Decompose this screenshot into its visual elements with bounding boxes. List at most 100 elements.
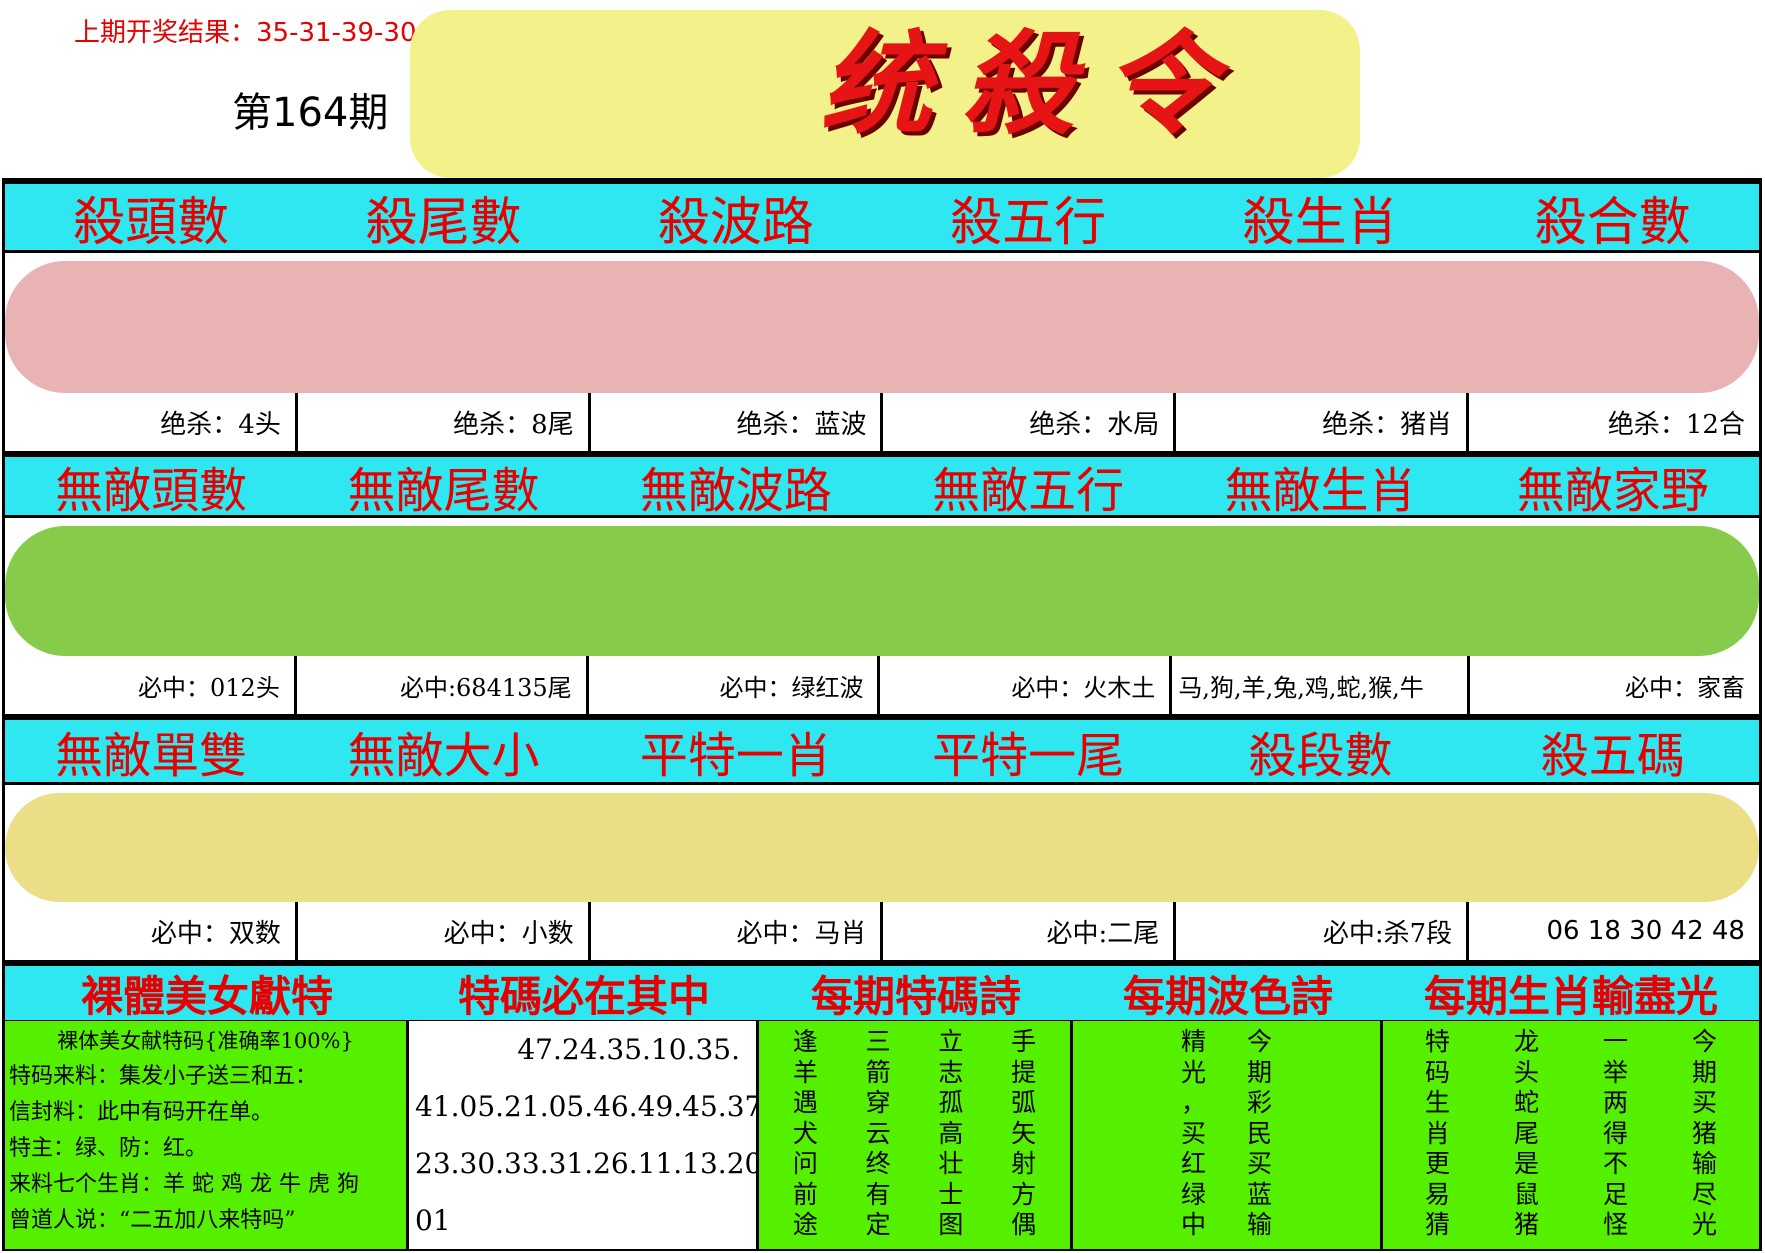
- poem-char: 蓝: [1246, 1179, 1272, 1209]
- poem-char: 生: [1424, 1088, 1450, 1117]
- poem-char: 壮: [938, 1149, 964, 1178]
- poem-char: 定: [865, 1210, 891, 1239]
- logo-char-3: 令: [1104, 19, 1216, 150]
- header-kill-segment: 殺段數: [1248, 728, 1393, 784]
- value-kill-element: 绝杀：水局: [883, 393, 1177, 451]
- poem-char: 特: [1424, 1027, 1450, 1056]
- poem-char: 一: [1602, 1027, 1628, 1056]
- issue-number: 第164期: [232, 90, 389, 136]
- row3-values: 必中：双数 必中：小数 必中：马肖 必中:二尾 必中:杀7段 06 18 30 …: [5, 902, 1759, 960]
- value-kill-head: 绝杀：4头: [5, 393, 298, 451]
- value-sure-element: 必中：火木土: [880, 656, 1173, 714]
- header-kill-head: 殺頭數: [73, 192, 230, 253]
- poem-char: 提: [1011, 1057, 1037, 1087]
- value-big-small: 必中：小数: [298, 902, 591, 960]
- row4-header: 裸體美女獻特 特碼必在其中 每期特碼詩 每期波色詩 每期生肖輸盡光: [5, 963, 1759, 1023]
- header-wave-poem: 每期波色詩: [1122, 971, 1333, 1021]
- poem-char: 猪: [1513, 1210, 1539, 1239]
- poem-char: 码: [1424, 1057, 1450, 1087]
- poem-char: 弧: [1011, 1088, 1037, 1117]
- value-kill-sum: 绝杀：12合: [1607, 409, 1745, 440]
- poem-char: 蛇: [1513, 1088, 1539, 1117]
- poem-char: 更: [1424, 1149, 1450, 1178]
- row2-band: 必中：012头 必中:684135尾 必中：绿红波 必中：火木土 马,狗,羊,兔…: [5, 518, 1759, 717]
- poem-char: 易: [1424, 1179, 1450, 1209]
- poem-char: 箭: [865, 1057, 891, 1087]
- poem-char: 足: [1602, 1179, 1628, 1209]
- poem-char: 期: [1246, 1057, 1272, 1087]
- header-kill-element: 殺五行: [950, 192, 1107, 253]
- zodiac-poem-column: 特码生肖更易猜龙头蛇尾是鼠猪一举两得不足怪今期买猪输尽光: [1383, 1021, 1759, 1249]
- value-kill-zodiac: 绝杀：猪肖: [1176, 393, 1470, 451]
- poem-char: 士: [938, 1179, 964, 1209]
- value-kill-segment: 必中:杀7段: [1176, 902, 1470, 960]
- poem-char: 矢: [1011, 1118, 1037, 1148]
- poem-char: 今: [1691, 1027, 1717, 1056]
- special-poem-column: 逢羊遇犬问前途 三箭穿云终有定 立志孤高壮士图 手提弧矢射方偶: [759, 1021, 1073, 1249]
- poem-char: 民: [1246, 1118, 1272, 1148]
- poem-char: 头: [1513, 1057, 1539, 1087]
- poem-char: 绿: [1180, 1179, 1206, 1209]
- row2-header: 無敵頭數 無敵尾數 無敵波路 無敵五行 無敵生肖 無敵家野: [5, 454, 1759, 519]
- poem-char: 穿: [865, 1088, 891, 1117]
- row2-values: 必中：012头 必中:684135尾 必中：绿红波 必中：火木土 马,狗,羊,兔…: [5, 656, 1759, 714]
- poem-char: 尾: [1513, 1118, 1539, 1148]
- beauty-line: 信封料：此中有码开在单。: [9, 1100, 274, 1125]
- poem-char: 输: [1246, 1210, 1272, 1239]
- poem-char: 肖: [1424, 1118, 1450, 1148]
- poem-char: 买: [1691, 1088, 1717, 1117]
- value-sure-wave: 必中：绿红波: [589, 656, 881, 714]
- header-kill-tail: 殺尾數: [365, 192, 522, 253]
- row3-band: 必中：双数 必中：小数 必中：马肖 必中:二尾 必中:杀7段 06 18 30 …: [5, 785, 1759, 963]
- poem-char: 怪: [1602, 1210, 1628, 1239]
- poem-char: 期: [1691, 1057, 1717, 1087]
- value-sure-domestic: 必中：家畜: [1624, 673, 1745, 702]
- poem-char: 有: [865, 1179, 891, 1209]
- poem-char: 方: [1011, 1179, 1037, 1209]
- poem-char: 买: [1180, 1118, 1206, 1148]
- row1-band: 绝杀：4头 绝杀：8尾 绝杀：蓝波 绝杀：水局 绝杀：猪肖 绝杀：12合: [5, 253, 1759, 454]
- value-sure-tail: 必中:684135尾: [297, 656, 589, 714]
- beauty-line: 曾道人说：“二五加八来特吗”: [9, 1208, 296, 1233]
- poem-char: ，: [1180, 1088, 1206, 1117]
- poem-char: 光: [1180, 1057, 1206, 1087]
- value-sure-head: 必中：012头: [5, 656, 297, 714]
- title-logo: 统 殺 令: [820, 0, 1360, 150]
- poem-char: 中: [1180, 1210, 1206, 1239]
- header-sure-tail: 無敵尾數: [347, 463, 540, 519]
- poem-char: 得: [1602, 1118, 1628, 1148]
- poem-char: 尽: [1691, 1179, 1717, 1209]
- poem-char: 光: [1691, 1210, 1717, 1239]
- beauty-column: 裸体美女献特码{准确率100%} 特码来料：集发小子送三和五： 信封料：此中有码…: [5, 1021, 409, 1249]
- poem-char: 终: [865, 1149, 891, 1178]
- header-sure-head: 無敵頭數: [55, 463, 248, 519]
- poem-char: 云: [865, 1118, 891, 1148]
- number-line: 23.30.33.31.26.11.13.20.: [415, 1147, 759, 1180]
- header-kill-five: 殺五碼: [1540, 728, 1685, 784]
- header-must-include: 特碼必在其中: [457, 971, 710, 1021]
- beauty-line: 裸体美女献特码{准确率100%}: [57, 1029, 354, 1053]
- poem-char: 彩: [1246, 1088, 1272, 1117]
- poem-char: 举: [1602, 1057, 1628, 1087]
- row2-blob: [5, 526, 1759, 656]
- zodiac-poem-grid: 特码生肖更易猜龙头蛇尾是鼠猪一举两得不足怪今期买猪输尽光: [1383, 1021, 1759, 1247]
- poem-char: 今: [1246, 1027, 1272, 1056]
- poem-char: 手: [1011, 1027, 1037, 1056]
- header-sure-domestic: 無敵家野: [1516, 463, 1709, 519]
- header-odd-even: 無敵單雙: [55, 728, 248, 784]
- header-big-small: 無敵大小: [347, 728, 540, 784]
- poem-char: 两: [1602, 1088, 1628, 1117]
- prediction-board: 殺頭數 殺尾數 殺波路 殺五行 殺生肖 殺合數 绝杀：4头 绝杀：8尾 绝杀：蓝…: [2, 178, 1762, 1251]
- header-kill-zodiac: 殺生肖: [1242, 192, 1399, 253]
- poem-char: 立: [938, 1027, 964, 1056]
- poem-char: 龙: [1513, 1027, 1539, 1056]
- poem-char: 逢: [792, 1027, 818, 1056]
- header-sure-zodiac: 無敵生肖: [1224, 463, 1417, 519]
- logo-char-1: 统: [820, 19, 932, 150]
- number-line: 47.24.35.10.35.: [517, 1033, 740, 1066]
- header-sure-element: 無敵五行: [932, 463, 1125, 519]
- poem-char: 买: [1246, 1149, 1272, 1178]
- header-sure-wave: 無敵波路: [639, 463, 832, 519]
- poem-char: 猪: [1691, 1118, 1717, 1148]
- poem-section: 裸体美女献特码{准确率100%} 特码来料：集发小子送三和五： 信封料：此中有码…: [5, 1021, 1759, 1249]
